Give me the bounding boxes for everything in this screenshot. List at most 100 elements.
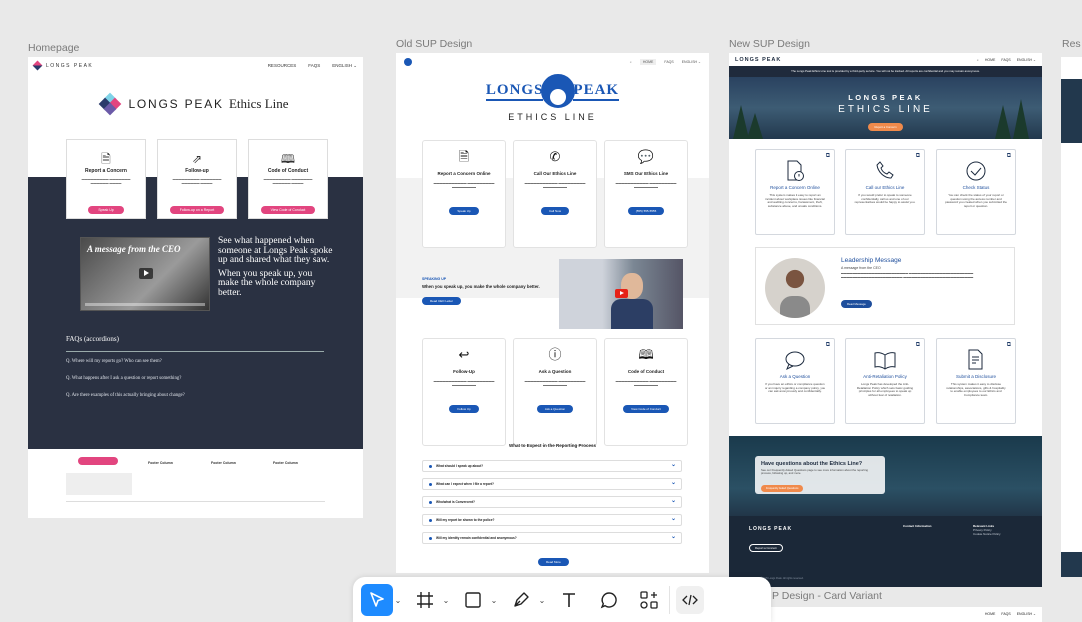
accordion-item[interactable]: Will my report be shown to the police? xyxy=(422,514,682,526)
call-now-button[interactable]: Call Now xyxy=(540,207,569,215)
chevron-down-icon[interactable]: ⌄ xyxy=(441,596,451,605)
book-icon xyxy=(846,349,924,371)
external-link-icon[interactable]: ⧉ xyxy=(1007,153,1011,160)
speak-up-button[interactable]: Speak Up xyxy=(88,206,124,214)
ceo-video[interactable]: A message from the CEO xyxy=(80,237,210,311)
reply-icon: ↩ xyxy=(458,347,470,362)
logo-word: PEAK xyxy=(573,82,620,101)
nav-link-faqs[interactable]: FAQS xyxy=(1001,58,1010,62)
frame-label-res[interactable]: Res xyxy=(1062,38,1081,50)
external-link-icon[interactable]: ⧉ xyxy=(826,153,830,160)
hero-report-button[interactable]: Report a Concern xyxy=(868,123,903,131)
frame-label-new-sup[interactable]: New SUP Design xyxy=(729,38,810,50)
accordion-item[interactable]: Who/what is Convercent? xyxy=(422,496,682,508)
footer-link-cookie[interactable]: Cookie Notice Policy xyxy=(973,532,1001,537)
external-link-icon[interactable]: ⧉ xyxy=(916,153,920,160)
nav-link-language[interactable]: ENGLISH ⌄ xyxy=(1017,58,1036,62)
sms-icon: 💬 xyxy=(637,149,655,164)
sms-number-button[interactable]: (555) 555-5555 xyxy=(627,207,665,215)
homepage-frame[interactable]: LONGS PEAK RESOURCES FAQS ENGLISH ⌄ LONG… xyxy=(28,57,363,518)
actions-tool[interactable] xyxy=(633,584,665,616)
read-message-button[interactable]: Read Message xyxy=(841,300,872,308)
chevron-down-icon[interactable]: ⌄ xyxy=(489,596,499,605)
card-desc: You can check the status of your report … xyxy=(945,193,1007,208)
read-ceo-letter-button[interactable]: Read CEO Letter xyxy=(422,297,462,305)
res-frame[interactable] xyxy=(1061,57,1082,577)
search-icon[interactable]: ⌕ xyxy=(630,60,632,64)
new-sup-frame[interactable]: LONGS PEAK ⌕ HOME FAQS ENGLISH ⌄ The Lon… xyxy=(729,53,1042,587)
card-variant-nav: HOME FAQS ENGLISH ⌄ xyxy=(729,607,1042,620)
play-icon[interactable] xyxy=(615,289,628,298)
ask-question-button[interactable]: Ask a Question xyxy=(536,405,574,413)
nav-link-language[interactable]: ENGLISH ⌄ xyxy=(1017,612,1036,616)
external-link-icon[interactable]: ⧉ xyxy=(1007,342,1011,349)
view-code-button[interactable]: View Code of Conduct xyxy=(260,206,316,214)
card-desc: If you would prefer to speak to someone … xyxy=(854,193,916,205)
nav-link-language[interactable]: ENGLISH ⌄ xyxy=(682,60,701,64)
card-variant-frame[interactable]: HOME FAQS ENGLISH ⌄ xyxy=(729,607,1042,622)
speak-up-section: SPEAKING UP When you speak up, you make … xyxy=(422,277,562,307)
view-code-button[interactable]: View Code of Conduct xyxy=(623,405,669,413)
comment-tool[interactable] xyxy=(593,584,625,616)
faq-callout-text: See our Frequently Asked Questions page … xyxy=(761,468,868,476)
external-link-icon[interactable]: ⧉ xyxy=(826,342,830,349)
footer-pill-button[interactable] xyxy=(78,457,118,465)
nav-link-home[interactable]: HOME xyxy=(985,612,996,616)
card-desc: ▬▬▬▬▬▬▬▬▬ ▬▬▬▬▬▬▬ ▬▬▬▬▬▬ ▬▬▬▬ xyxy=(81,177,131,185)
nav-link-faqs[interactable]: FAQS xyxy=(308,63,320,69)
frame-label-card-variant[interactable]: P Design - Card Variant xyxy=(772,590,882,602)
text-tool[interactable] xyxy=(553,584,585,616)
nav-link-faqs[interactable]: FAQS xyxy=(664,60,673,64)
old-sup-logo: LONGS PEAK ETHICS LINE xyxy=(396,74,709,122)
move-tool[interactable] xyxy=(361,584,393,616)
nav-link-language[interactable]: ENGLISH ⌄ xyxy=(332,63,357,69)
code-icon xyxy=(682,594,698,606)
follow-up-icon: ⇗ xyxy=(191,152,203,166)
nav-link-home[interactable]: HOME xyxy=(639,58,657,65)
card-desc: ▬▬▬▬▬▬▬▬▬▬▬ ▬▬▬▬▬▬▬▬▬ ▬▬▬▬▬▬▬▬ xyxy=(433,182,495,189)
nav-link-resources[interactable]: RESOURCES xyxy=(268,63,297,69)
dev-mode-toggle[interactable] xyxy=(676,586,704,614)
faq-item[interactable]: Q. Where will my reports go? Who can see… xyxy=(66,359,162,364)
card-ask-question[interactable]: ⧉ Ask a Question If you have an ethics o… xyxy=(755,338,835,424)
faq-callout: Have questions about the Ethics Line? Se… xyxy=(755,456,885,494)
shape-tool[interactable] xyxy=(457,584,489,616)
faq-item[interactable]: Q. Are there examples of this actually b… xyxy=(66,393,185,398)
leadership-message-card: Leadership Message A message from the CE… xyxy=(755,247,1015,325)
frame-label-old-sup[interactable]: Old SUP Design xyxy=(396,38,472,50)
accordion-item[interactable]: What can I expect when I file a report? xyxy=(422,478,682,490)
search-icon[interactable]: ⌕ xyxy=(977,58,979,62)
card-submit-disclosure[interactable]: ⧉ Submit a Disclosure This system makes … xyxy=(936,338,1016,424)
old-sup-frame[interactable]: ⌕ HOME FAQS ENGLISH ⌄ LONGS PEAK ETHICS … xyxy=(396,53,709,573)
read-more-button[interactable]: Read More xyxy=(538,558,569,566)
pen-tool[interactable] xyxy=(505,584,537,616)
footer-report-button[interactable]: Report a Concern xyxy=(749,544,784,552)
follow-up-button[interactable]: Follow-up on a Report xyxy=(169,206,225,214)
accordion-item[interactable]: Will my identity remain confidential and… xyxy=(422,532,682,544)
chevron-down-icon[interactable]: ⌄ xyxy=(537,596,547,605)
card-call-ethics[interactable]: ⧉ Call our Ethics Line If you would pref… xyxy=(845,149,925,235)
follow-up-button[interactable]: Follow Up xyxy=(449,405,479,413)
video-progress-bar[interactable] xyxy=(85,303,205,306)
card-anti-retaliation[interactable]: ⧉ Anti-Retaliation Policy Longs Peak has… xyxy=(845,338,925,424)
ceo-video[interactable] xyxy=(559,259,683,329)
question-icon: ⓘ xyxy=(548,347,562,362)
external-link-icon[interactable]: ⧉ xyxy=(916,342,920,349)
card-check-status[interactable]: ⧉ Check Status You can check the status … xyxy=(936,149,1016,235)
nav-link-faqs[interactable]: FAQS xyxy=(1001,612,1010,616)
nav-link-home[interactable]: HOME xyxy=(985,58,996,62)
accordion-item[interactable]: What should I speak up about? xyxy=(422,460,682,472)
card-report-online[interactable]: ⧉ Report a Concern Online This system ma… xyxy=(755,149,835,235)
frame-label-homepage[interactable]: Homepage xyxy=(28,42,79,54)
faq-button[interactable]: Frequently Asked Questions xyxy=(761,484,804,492)
card-title: Report a Concern xyxy=(85,168,127,174)
ceo-avatar[interactable] xyxy=(765,258,825,318)
frame-tool[interactable] xyxy=(409,584,441,616)
faq-item[interactable]: Q. What happens after I ask a question o… xyxy=(66,376,181,381)
play-icon[interactable] xyxy=(139,268,153,279)
homepage-footer: Footer Column Footer Column Footer Colum… xyxy=(28,449,363,518)
card-call-ethics: ✆ Call Our Ethics Line ▬▬▬▬▬▬▬▬▬▬▬ ▬▬▬▬▬… xyxy=(513,140,597,248)
chevron-down-icon[interactable]: ⌄ xyxy=(393,596,403,605)
speak-up-button[interactable]: Speak Up xyxy=(449,207,479,215)
book-icon: 🕮 xyxy=(280,152,296,166)
